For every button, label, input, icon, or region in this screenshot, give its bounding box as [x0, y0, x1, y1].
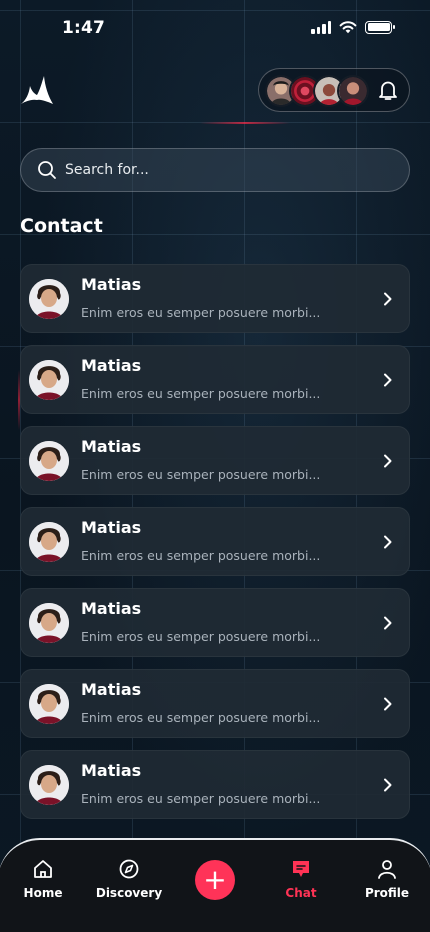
- chevron-right-icon[interactable]: [381, 616, 395, 630]
- contact-list: Matias Enim eros eu semper posuere morbi…: [20, 264, 410, 831]
- chevron-right-icon[interactable]: [381, 454, 395, 468]
- contact-message-preview: Enim eros eu semper posuere morbi...: [81, 386, 321, 401]
- contacts-heading: Contact: [20, 215, 103, 237]
- contact-item[interactable]: Matias Enim eros eu semper posuere morbi…: [20, 345, 410, 414]
- contact-avatar: [29, 765, 69, 805]
- nav-discovery-label: Discovery: [95, 886, 163, 900]
- nav-chat-label: Chat: [285, 886, 317, 900]
- contact-name: Matias: [81, 275, 142, 294]
- contact-message-preview: Enim eros eu semper posuere morbi...: [81, 629, 321, 644]
- status-bar: 1:47: [0, 0, 430, 56]
- chevron-right-icon[interactable]: [381, 292, 395, 306]
- contact-message-preview: Enim eros eu semper posuere morbi...: [81, 467, 321, 482]
- contact-name: Matias: [81, 518, 142, 537]
- contact-item[interactable]: Matias Enim eros eu semper posuere morbi…: [20, 588, 410, 657]
- nav-home-label: Home: [23, 886, 63, 900]
- chat-icon: [293, 861, 309, 877]
- contact-avatar: [29, 441, 69, 481]
- friend-avatar-4[interactable]: [337, 75, 369, 107]
- background-glow: [200, 122, 290, 124]
- nav-profile-label: Profile: [364, 886, 410, 900]
- chevron-right-icon[interactable]: [381, 778, 395, 792]
- notification-bell-icon[interactable]: [377, 79, 399, 101]
- contact-avatar: [29, 279, 69, 319]
- signal-icon: [311, 20, 331, 34]
- user-icon: [378, 860, 396, 879]
- chevron-right-icon[interactable]: [381, 373, 395, 387]
- contact-message-preview: Enim eros eu semper posuere morbi...: [81, 710, 321, 725]
- contact-item[interactable]: Matias Enim eros eu semper posuere morbi…: [20, 426, 410, 495]
- app-screen: 1:47 Search for... Contact Matias Enim e…: [0, 0, 430, 932]
- contact-avatar: [29, 360, 69, 400]
- battery-icon: [365, 20, 395, 34]
- add-button[interactable]: +: [195, 860, 235, 900]
- contact-avatar: [29, 684, 69, 724]
- nav-profile[interactable]: Profile: [347, 858, 427, 900]
- contact-avatar: [29, 603, 69, 643]
- nav-chat[interactable]: Chat: [261, 858, 341, 900]
- nav-discovery[interactable]: Discovery: [89, 858, 169, 900]
- contact-item[interactable]: Matias Enim eros eu semper posuere morbi…: [20, 264, 410, 333]
- status-icons: [311, 20, 395, 34]
- status-time: 1:47: [62, 18, 106, 38]
- compass-icon: [119, 859, 139, 879]
- app-logo-icon: [21, 76, 53, 104]
- chevron-right-icon[interactable]: [381, 697, 395, 711]
- contact-item[interactable]: Matias Enim eros eu semper posuere morbi…: [20, 507, 410, 576]
- contact-name: Matias: [81, 437, 142, 456]
- home-icon: [34, 860, 52, 878]
- contact-name: Matias: [81, 680, 142, 699]
- contact-avatar: [29, 522, 69, 562]
- search-icon: [38, 161, 56, 179]
- contact-name: Matias: [81, 356, 142, 375]
- contact-message-preview: Enim eros eu semper posuere morbi...: [81, 548, 321, 563]
- contact-message-preview: Enim eros eu semper posuere morbi...: [81, 791, 321, 806]
- search-input[interactable]: [65, 162, 365, 178]
- contact-name: Matias: [81, 599, 142, 618]
- contact-item[interactable]: Matias Enim eros eu semper posuere morbi…: [20, 750, 410, 819]
- contact-name: Matias: [81, 761, 142, 780]
- contact-message-preview: Enim eros eu semper posuere morbi...: [81, 305, 321, 320]
- wifi-icon: [339, 21, 357, 34]
- search-bar[interactable]: [20, 148, 410, 192]
- chevron-right-icon[interactable]: [381, 535, 395, 549]
- nav-home[interactable]: Home: [3, 858, 83, 900]
- contact-item[interactable]: Matias Enim eros eu semper posuere morbi…: [20, 669, 410, 738]
